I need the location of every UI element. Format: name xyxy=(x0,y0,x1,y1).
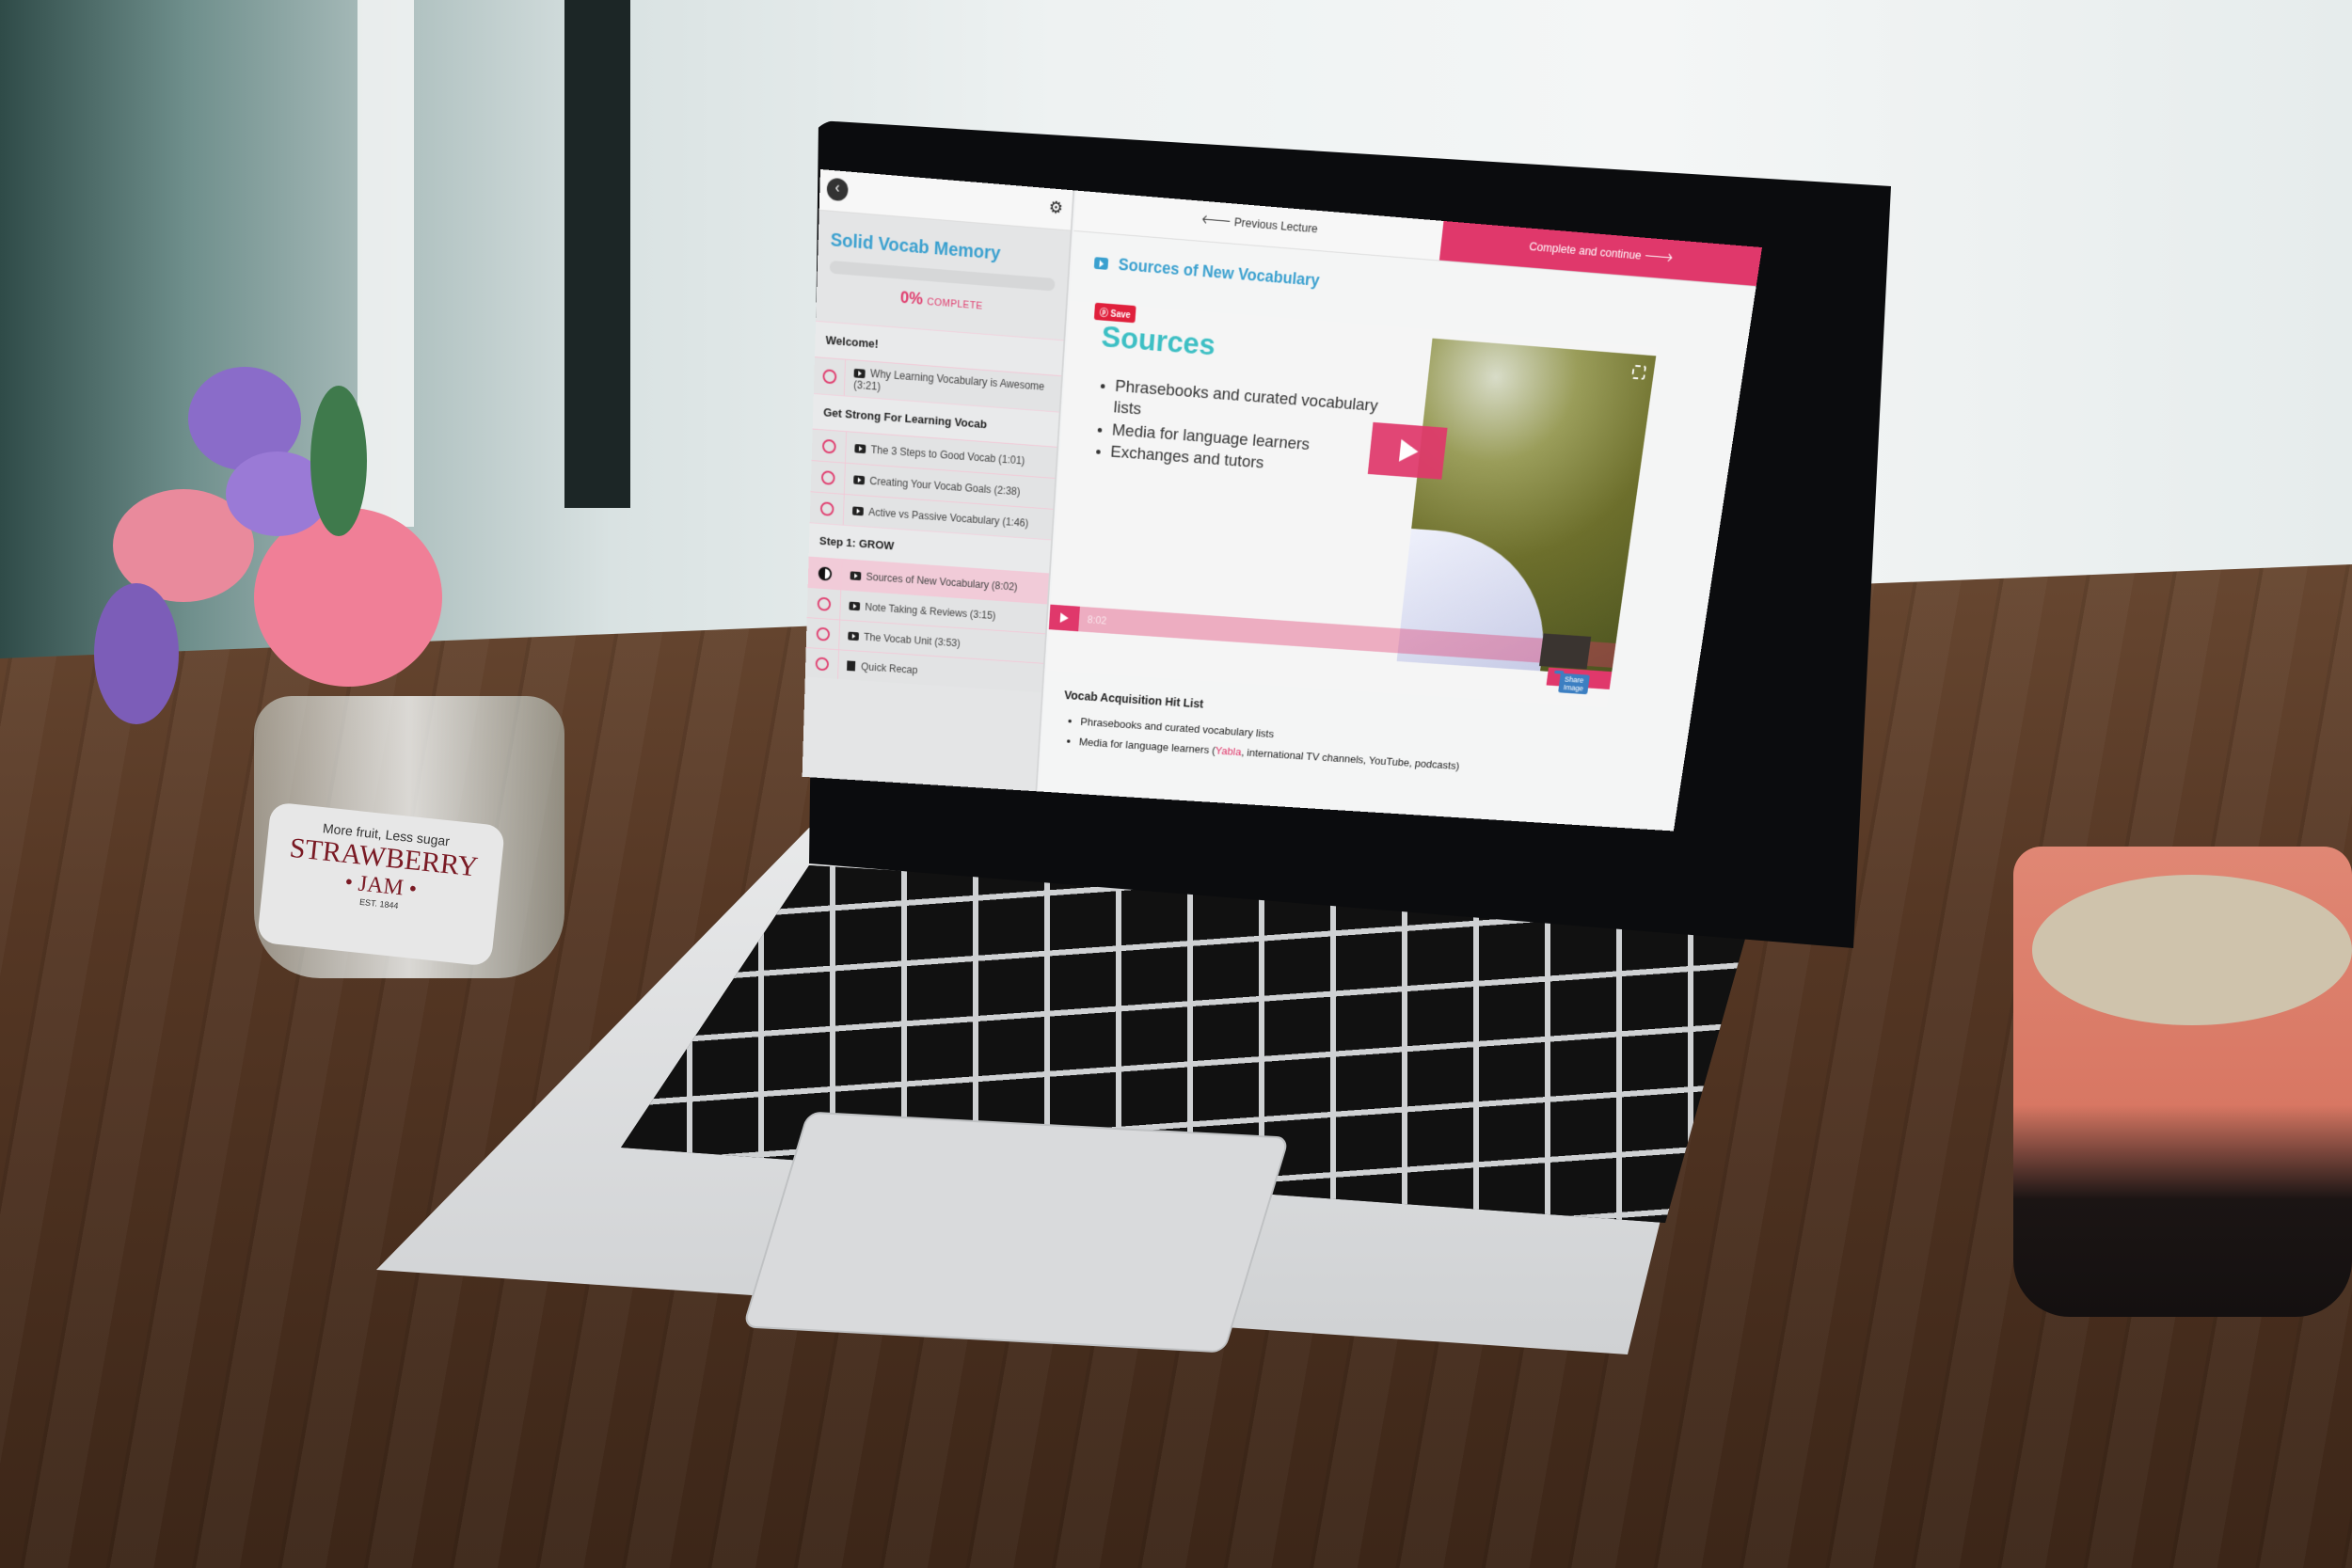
video-icon xyxy=(849,601,861,611)
webcam-thumbnail xyxy=(1539,633,1592,670)
video-icon xyxy=(1093,257,1109,270)
video-icon xyxy=(848,631,860,641)
fullscreen-icon[interactable] xyxy=(1630,364,1646,380)
complete-and-continue-button[interactable]: Complete and continue 🡒 xyxy=(1438,220,1762,287)
slide-heading: Sources xyxy=(1100,319,1217,363)
sidebar-topbar: ‹ ⚙ xyxy=(818,169,1073,231)
save-label: Save xyxy=(1110,309,1131,321)
complete-label: Complete and continue xyxy=(1528,239,1643,262)
document-icon xyxy=(847,660,856,672)
incomplete-circle-icon[interactable] xyxy=(821,438,836,454)
back-button[interactable]: ‹ xyxy=(826,177,849,202)
previous-lecture-label: Previous Lecture xyxy=(1233,214,1319,236)
incomplete-circle-icon[interactable] xyxy=(821,369,837,385)
video-duration: 8:02 xyxy=(1087,613,1107,627)
laptop-screen: ‹ ⚙ Solid Vocab Memory 0% COMPLETE Welco… xyxy=(802,169,1855,922)
progress-suffix: COMPLETE xyxy=(927,296,983,312)
lecture-notes: Vocab Acquisition Hit List Phrasebooks a… xyxy=(1060,689,1623,790)
incomplete-circle-icon[interactable] xyxy=(815,656,829,671)
incomplete-circle-icon[interactable] xyxy=(819,500,834,516)
incomplete-circle-icon[interactable] xyxy=(816,626,830,641)
lecture-title: Sources of New Vocabulary xyxy=(1118,255,1321,290)
lesson-title: Creating Your Vocab Goals (2:38) xyxy=(869,474,1021,498)
gear-icon[interactable]: ⚙ xyxy=(1048,198,1063,218)
course-player: ‹ ⚙ Solid Vocab Memory 0% COMPLETE Welco… xyxy=(802,169,1762,832)
play-button-large[interactable] xyxy=(1367,421,1448,480)
arrow-left-icon: 🡐 xyxy=(1200,212,1235,230)
lesson-title: Sources of New Vocabulary (8:02) xyxy=(866,570,1018,593)
course-sidebar: ‹ ⚙ Solid Vocab Memory 0% COMPLETE Welco… xyxy=(802,169,1075,792)
trackpad[interactable] xyxy=(742,1111,1290,1354)
video-icon xyxy=(853,368,866,379)
section-get-strong: Get Strong For Learning Vocab The 3 Step… xyxy=(809,393,1059,540)
share-image-button[interactable]: ≡ Share Image xyxy=(1546,667,1613,695)
coffee xyxy=(2032,875,2352,1025)
video-player[interactable]: ⓟ Save Sources Phrasebooks and curated v… xyxy=(1046,300,1658,708)
chevron-left-icon: ‹ xyxy=(834,180,840,197)
slide-photo-book xyxy=(1396,338,1657,676)
slide-bullets: Phrasebooks and curated vocabulary lists… xyxy=(1109,376,1384,484)
share-label: Share Image xyxy=(1558,673,1590,695)
play-icon[interactable] xyxy=(1048,604,1080,632)
arrow-right-icon: 🡒 xyxy=(1640,248,1675,265)
lesson-title: The 3 Steps to Good Vocab (1:01) xyxy=(870,442,1025,467)
lesson-title: The Vocab Unit (3:53) xyxy=(863,630,961,649)
lesson-title: Quick Recap xyxy=(860,660,918,676)
video-icon xyxy=(850,571,862,581)
video-icon xyxy=(851,506,864,516)
previous-lecture-button[interactable]: 🡐 Previous Lecture xyxy=(1073,191,1443,261)
incomplete-circle-icon[interactable] xyxy=(820,469,835,485)
jar-label: More fruit, Less sugar STRAWBERRY • JAM … xyxy=(256,801,506,967)
lecture-main: 🡐 Previous Lecture Complete and continue… xyxy=(1038,190,1762,832)
yabla-link[interactable]: Yabla xyxy=(1215,744,1242,757)
video-icon xyxy=(853,475,866,485)
video-icon xyxy=(854,444,866,454)
progress-percent: 0% xyxy=(899,288,924,309)
lesson-title: Note Taking & Reviews (3:15) xyxy=(865,600,996,622)
pinterest-icon: ⓟ xyxy=(1099,308,1111,320)
incomplete-circle-icon[interactable] xyxy=(817,596,831,611)
half-circle-in-progress-icon[interactable] xyxy=(818,565,832,581)
section-step1-grow: Step 1: GROW Sources of New Vocabulary (… xyxy=(804,522,1052,693)
lesson-title: Active vs Passive Vocabulary (1:46) xyxy=(867,505,1029,530)
